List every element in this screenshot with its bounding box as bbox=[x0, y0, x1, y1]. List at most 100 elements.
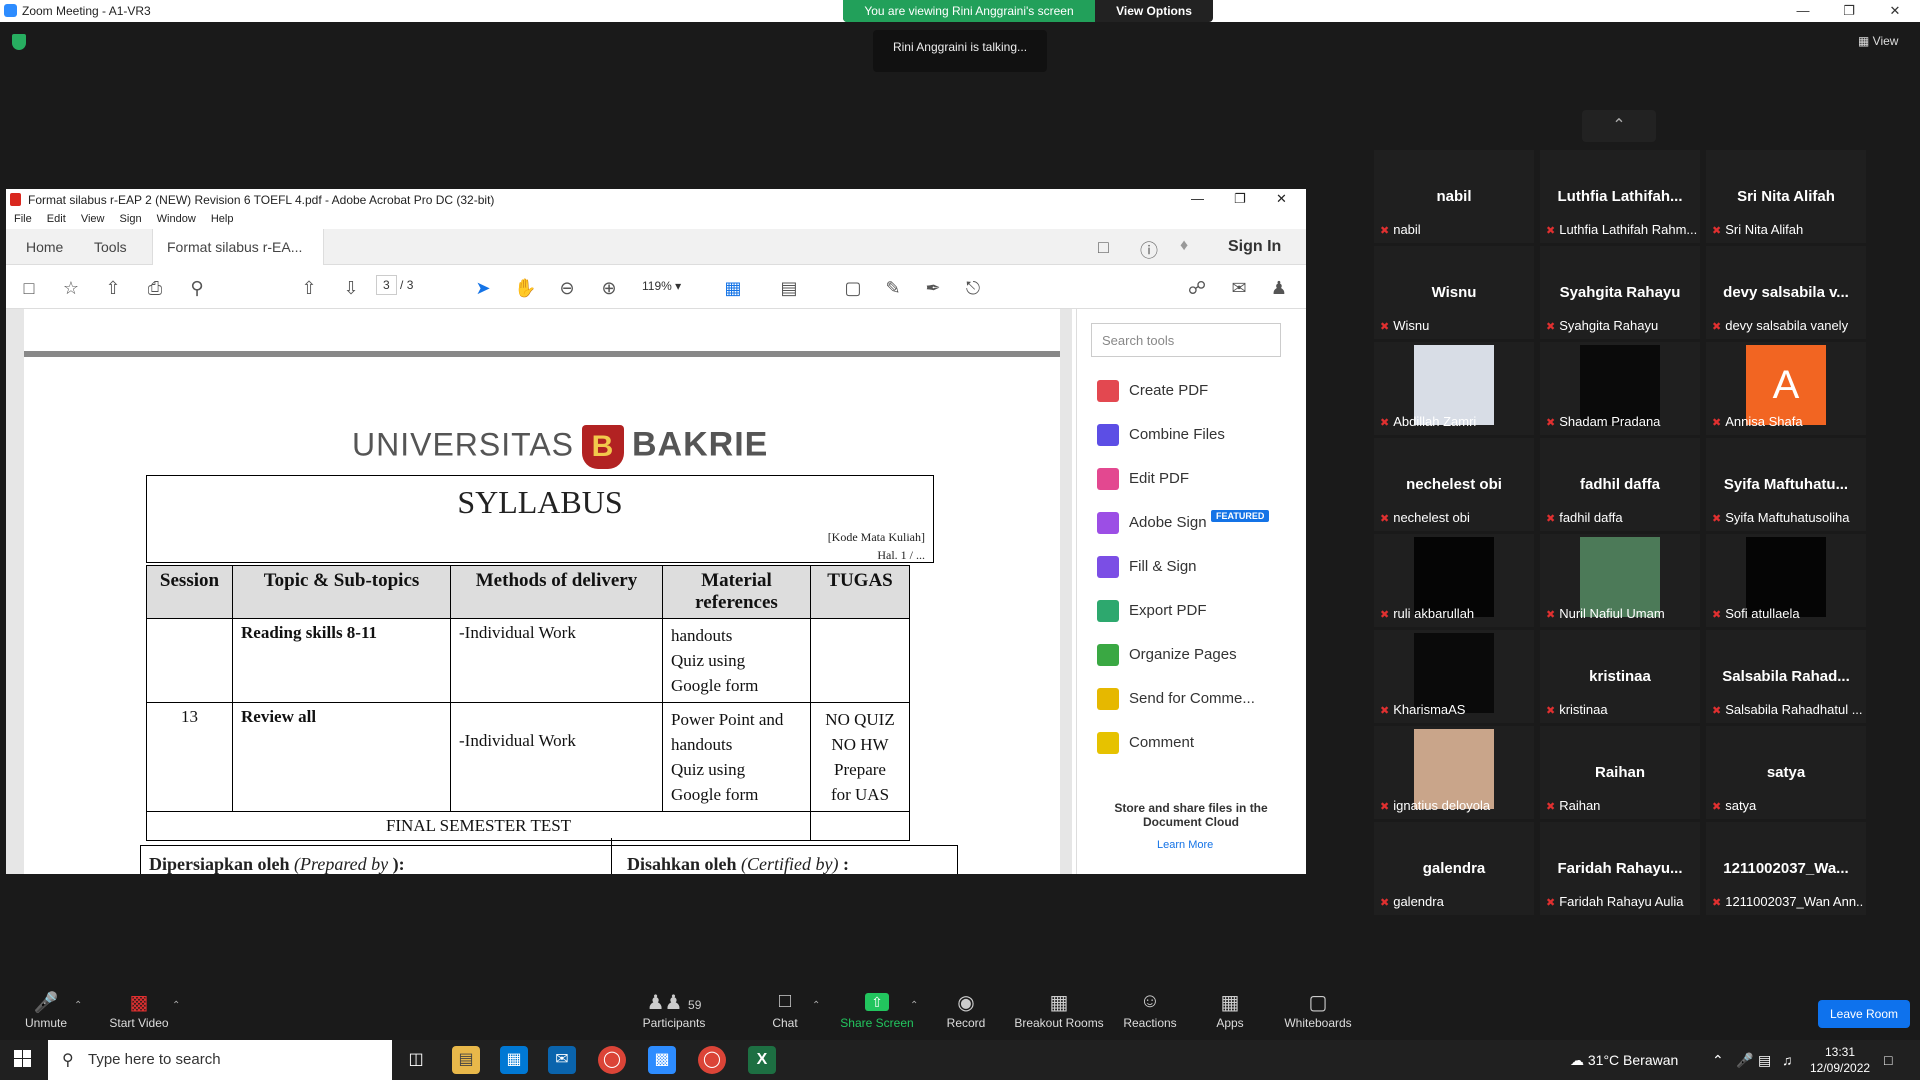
participant-tile[interactable]: Luthfia Lathifah... ✖ Luthfia Lathifah Rah… bbox=[1540, 150, 1700, 243]
hand-tool-icon[interactable]: ✋ bbox=[514, 277, 536, 299]
file-explorer-icon[interactable]: ▤ bbox=[452, 1046, 480, 1074]
page-down-icon[interactable]: ⇩ bbox=[340, 277, 362, 299]
participant-tile[interactable]: Syahgita Rahayu ✖ Syahgita Rahayu bbox=[1540, 246, 1700, 339]
upload-icon[interactable]: ⇧ bbox=[102, 277, 124, 299]
view-options-button[interactable]: View Options bbox=[1095, 0, 1213, 22]
participant-tile[interactable]: ✖ Abdillah Zamri bbox=[1374, 342, 1534, 435]
network-icon[interactable]: ▤ bbox=[1758, 1052, 1771, 1069]
chat-options-caret[interactable]: ⌃ bbox=[812, 1000, 820, 1011]
zoom-search-icon[interactable]: ⚲ bbox=[186, 277, 208, 299]
select-cursor-icon[interactable]: ➤ bbox=[472, 277, 494, 299]
audio-options-caret[interactable]: ⌃ bbox=[74, 1000, 82, 1011]
participant-tile[interactable]: 1211002037_Wa... ✖ 1211002037_Wan Ann... bbox=[1706, 822, 1866, 915]
learn-more-link[interactable]: Learn More bbox=[1157, 839, 1213, 851]
minimize-button[interactable]: — bbox=[1780, 0, 1826, 22]
mic-tray-icon[interactable]: 🎤 bbox=[1736, 1052, 1753, 1069]
tool-send-for-comment[interactable]: Send for Comme... bbox=[1097, 688, 1255, 718]
chrome-icon[interactable]: ◯ bbox=[698, 1046, 726, 1074]
tab-tools[interactable]: Tools bbox=[80, 229, 141, 265]
start-video-button[interactable]: ▩ Start Video bbox=[104, 990, 174, 1030]
participant-tile[interactable]: fadhil daffa ✖ fadhil daffa bbox=[1540, 438, 1700, 531]
print-icon[interactable]: ⎙ bbox=[144, 277, 166, 299]
share-doc-icon[interactable]: ⎋ bbox=[962, 277, 984, 299]
page-input[interactable]: 3 bbox=[376, 275, 397, 295]
menu-help[interactable]: Help bbox=[211, 213, 234, 225]
participant-tile[interactable]: nechelest obi ✖ nechelest obi bbox=[1374, 438, 1534, 531]
acrobat-maximize-button[interactable]: ❐ bbox=[1234, 191, 1246, 207]
participant-tile[interactable]: ✖ ruli akbarullah bbox=[1374, 534, 1534, 627]
notifications-icon[interactable]: □ bbox=[1884, 1052, 1892, 1068]
tool-edit-pdf[interactable]: Edit PDF bbox=[1097, 468, 1189, 498]
mail-icon[interactable]: ✉ bbox=[548, 1046, 576, 1074]
chat-button[interactable]: □ Chat bbox=[768, 990, 802, 1030]
participant-tile[interactable]: Salsabila Rahad... ✖ Salsabila Rahadhatul … bbox=[1706, 630, 1866, 723]
zoom-app-icon[interactable]: ▩ bbox=[648, 1046, 676, 1074]
participant-tile[interactable]: ✖ ignatius deloyola bbox=[1374, 726, 1534, 819]
weather-widget[interactable]: ☁ 31°C Berawan bbox=[1570, 1052, 1678, 1069]
apps-button[interactable]: ▦ Apps bbox=[1212, 990, 1248, 1030]
bell-icon[interactable]: ♦ bbox=[1180, 237, 1188, 255]
reactions-button[interactable]: ☺ Reactions bbox=[1122, 990, 1178, 1030]
sign-in-button[interactable]: Sign In bbox=[1228, 238, 1281, 256]
gallery-scroll-up-button[interactable]: ⌃ bbox=[1582, 110, 1656, 142]
tool-adobe-sign[interactable]: Adobe Sign bbox=[1097, 512, 1207, 542]
page-up-icon[interactable]: ⇧ bbox=[298, 277, 320, 299]
tab-home[interactable]: Home bbox=[12, 229, 77, 265]
tab-document[interactable]: Format silabus r-EA... ✕ bbox=[152, 229, 324, 291]
participant-tile[interactable]: satya ✖ satya bbox=[1706, 726, 1866, 819]
comment-icon[interactable]: ▢ bbox=[842, 277, 864, 299]
tool-create-pdf[interactable]: Create PDF bbox=[1097, 380, 1208, 410]
whiteboards-button[interactable]: ▢ Whiteboards bbox=[1282, 990, 1354, 1030]
participant-tile[interactable]: Wisnu ✖ Wisnu bbox=[1374, 246, 1534, 339]
participant-tile[interactable]: Faridah Rahayu... ✖ Faridah Rahayu Aulia bbox=[1540, 822, 1700, 915]
document-viewport[interactable]: UNIVERSITAS B BAKRIE SYLLABUS [Kode Mata K… bbox=[6, 309, 1072, 874]
tool-combine-files[interactable]: Combine Files bbox=[1097, 424, 1225, 454]
share-screen-button[interactable]: ⇧ Share Screen bbox=[840, 990, 914, 1030]
task-view-icon[interactable]: ◫ bbox=[402, 1046, 430, 1074]
tool-comment[interactable]: Comment bbox=[1097, 732, 1194, 762]
participant-tile[interactable]: ✖ KharismaAS bbox=[1374, 630, 1534, 723]
security-shield-icon[interactable] bbox=[12, 34, 26, 50]
participant-tile[interactable]: Sri Nita Alifah ✖ Sri Nita Alifah bbox=[1706, 150, 1866, 243]
acrobat-minimize-button[interactable]: — bbox=[1191, 191, 1204, 206]
menu-view[interactable]: View bbox=[81, 213, 105, 225]
tool-organize-pages[interactable]: Organize Pages bbox=[1097, 644, 1237, 674]
share-options-caret[interactable]: ⌃ bbox=[910, 1000, 918, 1011]
add-user-icon[interactable]: ♟ bbox=[1268, 277, 1290, 299]
email-icon[interactable]: ✉ bbox=[1228, 277, 1250, 299]
chrome-icon[interactable]: ◯ bbox=[598, 1046, 626, 1074]
participant-tile[interactable]: ✖ Nuril Nafiul Umam bbox=[1540, 534, 1700, 627]
scroll-mode-icon[interactable]: ▤ bbox=[778, 277, 800, 299]
view-layout-button[interactable]: ▦ View bbox=[1858, 34, 1898, 48]
participant-tile[interactable]: ✖ Shadam Pradana bbox=[1540, 342, 1700, 435]
menu-sign[interactable]: Sign bbox=[120, 213, 142, 225]
star-icon[interactable]: ☆ bbox=[60, 277, 82, 299]
participant-tile[interactable]: devy salsabila v... ✖ devy salsabila vanel… bbox=[1706, 246, 1866, 339]
zoom-in-icon[interactable]: ⊕ bbox=[598, 277, 620, 299]
participants-button[interactable]: ♟♟ 59 Participants bbox=[636, 990, 712, 1030]
save-icon[interactable]: □ bbox=[18, 277, 40, 299]
help-icon[interactable]: ⓘ bbox=[1140, 237, 1158, 263]
menu-file[interactable]: File bbox=[14, 213, 32, 225]
participant-tile[interactable]: A ✖ Annisa Shafa bbox=[1706, 342, 1866, 435]
volume-icon[interactable]: ♫ bbox=[1782, 1052, 1793, 1068]
maximize-button[interactable]: ❐ bbox=[1826, 0, 1872, 22]
chat-bubble-icon[interactable]: □ bbox=[1098, 237, 1109, 258]
start-windows-icon[interactable] bbox=[14, 1050, 32, 1068]
highlight-icon[interactable]: ✎ bbox=[882, 277, 904, 299]
participant-tile[interactable]: kristinaa ✖ kristinaa bbox=[1540, 630, 1700, 723]
participant-tile[interactable]: Syifa Maftuhatu... ✖ Syifa Maftuhatusoliha bbox=[1706, 438, 1866, 531]
taskbar-search-box[interactable]: ⚲ Type here to search bbox=[48, 1040, 392, 1080]
store-icon[interactable]: ▦ bbox=[500, 1046, 528, 1074]
tool-export-pdf[interactable]: Export PDF bbox=[1097, 600, 1207, 630]
excel-icon[interactable]: X bbox=[748, 1046, 776, 1074]
tray-caret-icon[interactable]: ⌃ bbox=[1712, 1052, 1724, 1069]
participant-tile[interactable]: Raihan ✖ Raihan bbox=[1540, 726, 1700, 819]
acrobat-close-button[interactable]: ✕ bbox=[1276, 191, 1287, 207]
zoom-level-select[interactable]: 119% ▾ bbox=[642, 279, 700, 293]
participant-tile[interactable]: galendra ✖ galendra bbox=[1374, 822, 1534, 915]
zoom-out-icon[interactable]: ⊖ bbox=[556, 277, 578, 299]
close-button[interactable]: ✕ bbox=[1872, 0, 1918, 22]
search-tools-input[interactable]: Search tools bbox=[1091, 323, 1281, 357]
tool-fill-sign[interactable]: Fill & Sign bbox=[1097, 556, 1197, 586]
